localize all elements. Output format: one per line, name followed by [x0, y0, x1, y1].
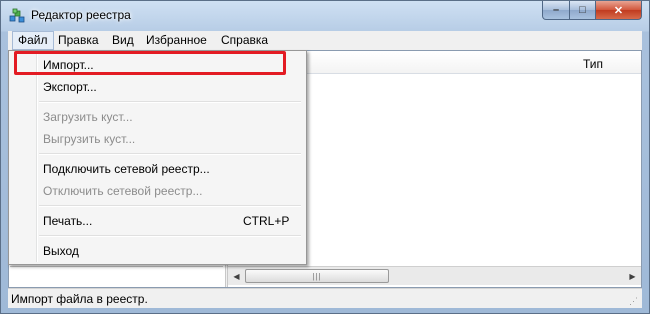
menu-favorites[interactable]: Избранное [141, 31, 212, 50]
menu-item-load-hive[interactable]: Загрузить куст... [11, 106, 304, 128]
file-menu-dropdown: Импорт... Экспорт... Загрузить куст... В… [8, 50, 307, 265]
menu-bar: Файл Правка Вид Избранное Справка [8, 31, 642, 51]
menu-item-label: Отключить сетевой реестр... [43, 184, 203, 198]
menu-item-connect-network-registry[interactable]: Подключить сетевой реестр... [11, 158, 304, 180]
column-header-type[interactable]: Тип [583, 57, 603, 71]
status-bar: Импорт файла в реестр. ⋰ [8, 288, 642, 308]
highlight-box [14, 51, 286, 75]
menu-item-unload-hive[interactable]: Выгрузить куст... [11, 128, 304, 150]
menu-help[interactable]: Справка [216, 31, 273, 50]
tree-scroll-area [10, 266, 223, 286]
resize-grip-icon[interactable]: ⋰ [629, 296, 639, 306]
scroll-right-icon[interactable]: ▶ [624, 268, 641, 285]
menu-item-label: Загрузить куст... [43, 110, 133, 124]
menu-separator [39, 153, 301, 155]
menu-item-label: Подключить сетевой реестр... [43, 162, 210, 176]
close-button[interactable]: ✕ [595, 1, 642, 20]
menu-item-label: Экспорт... [43, 80, 97, 94]
menu-file[interactable]: Файл [12, 31, 54, 50]
minimize-button[interactable]: – [542, 1, 570, 20]
menu-separator [39, 235, 301, 237]
menu-item-disconnect-network-registry[interactable]: Отключить сетевой реестр... [11, 180, 304, 202]
maximize-button[interactable]: □ [569, 1, 596, 20]
menu-view[interactable]: Вид [107, 31, 139, 50]
registry-editor-window: Редактор реестра – □ ✕ Файл Правка Вид И… [0, 0, 650, 314]
status-text: Импорт файла в реестр. [11, 292, 148, 306]
title-bar[interactable]: Редактор реестра – □ ✕ [1, 1, 649, 31]
menu-item-label: Выход [43, 244, 79, 258]
menu-item-export[interactable]: Экспорт... [11, 76, 304, 98]
menu-item-exit[interactable]: Выход [11, 240, 304, 262]
menu-separator [39, 101, 301, 103]
menu-item-shortcut: CTRL+P [243, 214, 290, 228]
menu-separator [39, 205, 301, 207]
menu-item-label: Печать... [43, 214, 93, 228]
scroll-left-icon[interactable]: ◀ [228, 268, 245, 285]
menu-item-label: Выгрузить куст... [43, 132, 136, 146]
registry-editor-icon [9, 8, 25, 23]
horizontal-scrollbar[interactable]: ◀ ||| ▶ [228, 266, 641, 285]
scrollbar-thumb[interactable]: ||| [245, 269, 389, 283]
window-title: Редактор реестра [31, 8, 131, 22]
menu-edit[interactable]: Правка [53, 31, 104, 50]
menu-item-print[interactable]: Печать... CTRL+P [11, 210, 304, 232]
